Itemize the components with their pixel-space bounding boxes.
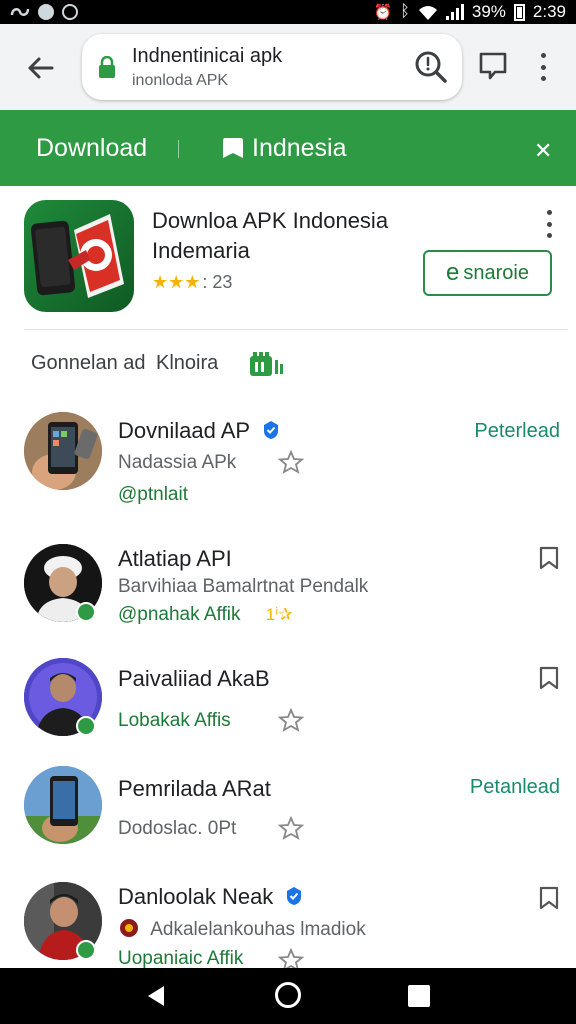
app-header-card: Downloa APK Indonesia Indemaria ★★★ : 23…: [0, 186, 576, 330]
rating-stars: ★★★: [152, 272, 201, 292]
indonesia-tab[interactable]: Indnesia: [252, 134, 347, 163]
app-subtitle: Indemaria: [152, 238, 250, 263]
app-icon[interactable]: [24, 200, 134, 312]
item-subtitle: Dodoslac. 0Pt: [118, 818, 237, 839]
status-bar: ⏰ ᛒ 39% 2:39: [0, 0, 576, 24]
nav-back-icon[interactable]: [144, 984, 168, 1008]
star-outline-icon[interactable]: [278, 816, 304, 840]
item-tag-extra: 1ⁱ✰: [265, 605, 293, 624]
item-title: Dovnilaad AP: [118, 418, 280, 444]
bookmark-icon[interactable]: [538, 666, 560, 690]
item-subtitle: Nadassia APk: [118, 452, 237, 473]
back-button[interactable]: [18, 48, 62, 88]
item-title: Pemrilada ARat: [118, 776, 271, 801]
system-nav-bar: [0, 968, 576, 1024]
url-title: Indnentinicai apk: [132, 45, 283, 67]
avatar: [24, 766, 102, 844]
item-title-text: Danloolak Neak: [118, 884, 274, 909]
list-item[interactable]: Danloolak Neak Adkalelankouhas lmadiok U…: [0, 864, 576, 972]
status-badge: [76, 716, 96, 736]
app-title: Downloa APK Indonesia: [152, 208, 389, 233]
download-link[interactable]: Peterlead: [474, 420, 560, 443]
avatar: [24, 412, 102, 490]
screen: ⏰ ᛒ 39% 2:39 Indnentinicai apk inonloda …: [0, 0, 576, 1024]
filter-bars-icon[interactable]: [249, 350, 285, 378]
notification-icon: [62, 4, 78, 20]
close-icon[interactable]: ✕: [534, 138, 552, 164]
address-bar[interactable]: Indnentinicai apk inonloda APK: [82, 34, 462, 100]
signal-icon: [445, 4, 464, 20]
battery-percent: 39%: [471, 2, 506, 21]
list-item[interactable]: Pemrilada ARat Dodoslac. 0Pt Petanlead: [0, 754, 576, 864]
item-tag: @pnahak Affik 1ⁱ✰: [118, 604, 293, 626]
search-icon[interactable]: [414, 50, 448, 84]
lock-icon: [99, 56, 115, 78]
link-icon: [10, 8, 30, 16]
url-subtitle: inonloda APK: [132, 72, 229, 89]
item-tag: Lobakak Affis: [118, 710, 231, 731]
open-button[interactable]: e snaroie: [423, 250, 552, 296]
clock: 2:39: [532, 2, 566, 21]
list-item[interactable]: Dovnilaad AP Nadassia APk @ptnlait Peter…: [0, 396, 576, 524]
status-badge: [76, 602, 96, 622]
header-divider: [178, 140, 179, 158]
back-arrow-icon: [28, 57, 54, 79]
phone-logo-icon: [30, 214, 124, 298]
verified-icon: [287, 887, 302, 905]
bookmark-tab-icon: [223, 138, 243, 158]
item-title-text: Dovnilaad AP: [118, 418, 250, 443]
green-header: Download Indnesia ✕: [0, 110, 576, 186]
status-badge: [76, 940, 96, 960]
filter-general[interactable]: Gonnelan ad: [31, 352, 146, 375]
star-outline-icon[interactable]: [278, 450, 304, 474]
phone-in-hand-image: [24, 412, 102, 490]
item-tag: Uopaniaic Affik: [118, 948, 244, 969]
tab-icon[interactable]: [478, 51, 508, 81]
wifi-icon: [418, 6, 437, 20]
bookmark-icon[interactable]: [538, 886, 560, 910]
bluetooth-icon: ᛒ: [400, 3, 410, 20]
verified-icon: [263, 421, 278, 439]
browser-toolbar: Indnentinicai apk inonloda APK: [0, 24, 576, 110]
rating-count: : 23: [202, 272, 233, 292]
item-title: Atlatiap API: [118, 546, 232, 571]
phone-in-hand-image: [24, 766, 102, 844]
status-right: ⏰ ᛒ 39% 2:39: [374, 2, 566, 22]
app-mini-icon: [120, 919, 138, 937]
list-item[interactable]: Atlatiap API Barvihiaa Bamalrtnat Pendal…: [0, 524, 576, 644]
bookmark-icon[interactable]: [538, 546, 560, 570]
open-button-label: snaroie: [463, 261, 529, 284]
item-subtitle: Barvihiaa Bamalrtnat Pendalk: [118, 576, 369, 597]
nav-home-icon[interactable]: [275, 982, 301, 1008]
battery-icon: [513, 3, 525, 21]
notification-icon: [38, 4, 54, 20]
star-outline-icon[interactable]: [278, 708, 304, 732]
item-tag-text: @pnahak Affik: [118, 604, 241, 625]
open-button-icon: e: [446, 259, 460, 286]
status-left: [10, 4, 78, 20]
item-tag: @ptnlait: [118, 484, 188, 505]
item-title: Paivaliiad AkaB: [118, 666, 270, 691]
item-subtitle-text: Adkalelankouhas lmadiok: [150, 919, 366, 940]
more-vert-icon[interactable]: [530, 50, 556, 84]
app-rating: ★★★ : 23: [152, 272, 232, 293]
download-tab[interactable]: Download: [36, 134, 147, 163]
list-item[interactable]: Paivaliiad AkaB Lobakak Affis: [0, 644, 576, 754]
alarm-icon: ⏰: [373, 4, 393, 21]
filter-row: Gonnelan ad Klnoira: [0, 330, 576, 396]
item-title: Danloolak Neak: [118, 884, 303, 910]
download-link[interactable]: Petanlead: [470, 776, 560, 799]
more-vert-icon[interactable]: [540, 208, 558, 240]
nav-recents-icon[interactable]: [408, 985, 430, 1007]
filter-category[interactable]: Klnoira: [156, 352, 218, 375]
item-subtitle: Adkalelankouhas lmadiok: [118, 918, 366, 941]
